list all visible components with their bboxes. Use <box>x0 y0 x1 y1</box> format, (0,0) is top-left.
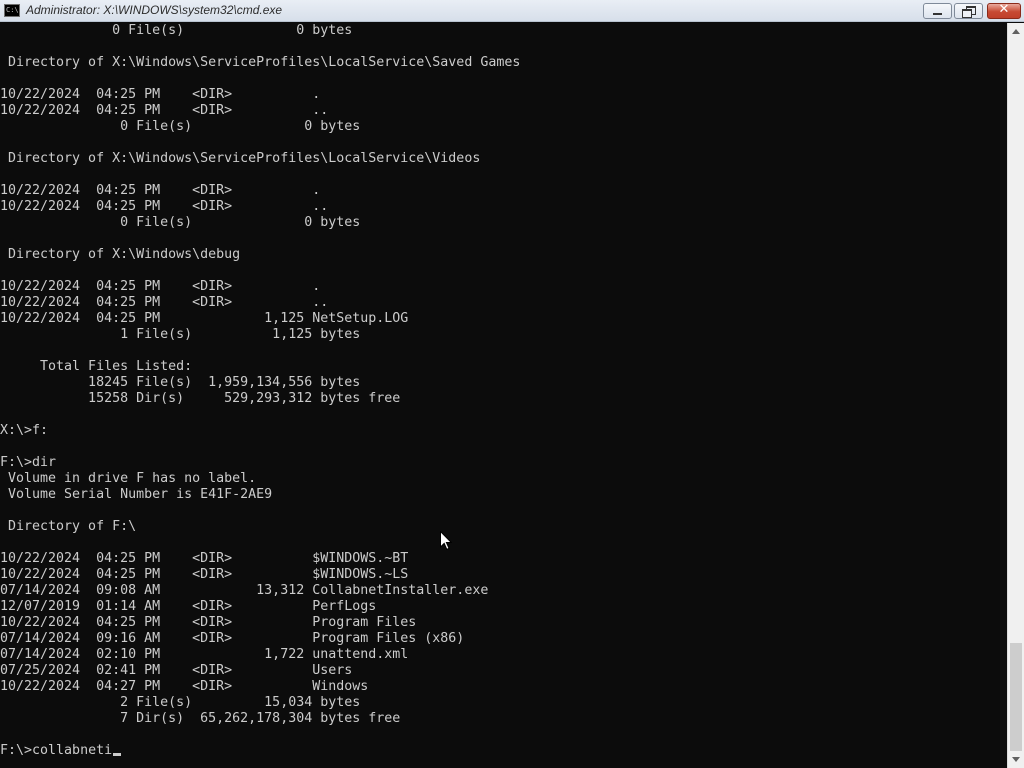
console-line: Directory of X:\Windows\ServiceProfiles\… <box>0 55 521 70</box>
console-line: 07/14/2024 09:08 AM 13,312 CollabnetInst… <box>0 583 489 598</box>
console-line: 07/25/2024 02:41 PM <DIR> Users <box>0 663 353 678</box>
console-line: 10/22/2024 04:25 PM <DIR> . <box>0 87 321 102</box>
window-title: Administrator: X:\WINDOWS\system32\cmd.e… <box>26 3 283 17</box>
console-line: 10/22/2024 04:25 PM <DIR> . <box>0 183 321 198</box>
console-line: Volume Serial Number is E41F-2AE9 <box>0 487 273 502</box>
console-line: 1 File(s) 1,125 bytes <box>0 327 361 342</box>
console-line: 10/22/2024 04:27 PM <DIR> Windows <box>0 679 369 694</box>
console-line: 10/22/2024 04:25 PM <DIR> .. <box>0 295 329 310</box>
scrollbar-thumb[interactable] <box>1010 643 1022 751</box>
scroll-down-arrow-icon[interactable] <box>1008 751 1024 768</box>
console-line: 07/14/2024 09:16 AM <DIR> Program Files … <box>0 631 465 646</box>
mouse-pointer-icon <box>440 531 452 550</box>
cmd-icon[interactable]: C:\ <box>4 4 20 17</box>
close-button[interactable]: ✕ <box>987 2 1021 19</box>
console-line: 10/22/2024 04:25 PM <DIR> Program Files <box>0 615 417 630</box>
console-line: 10/22/2024 04:25 PM <DIR> $WINDOWS.~BT <box>0 551 409 566</box>
console-line: 07/14/2024 02:10 PM 1,722 unattend.xml <box>0 647 409 662</box>
console-line: F:\>dir <box>0 455 57 470</box>
command-prompt: F:\> <box>0 743 33 758</box>
console-line: 0 File(s) 0 bytes <box>0 119 361 134</box>
command-line[interactable]: F:\>collabneti <box>0 743 1007 759</box>
console-output[interactable]: 0 File(s) 0 bytes Directory of X:\Window… <box>0 23 1007 768</box>
console-line: 10/22/2024 04:25 PM <DIR> $WINDOWS.~LS <box>0 567 409 582</box>
command-input[interactable]: collabneti <box>32 743 112 758</box>
console-text: 0 File(s) 0 bytes Directory of X:\Window… <box>0 23 1007 759</box>
console-line: Total Files Listed: <box>0 359 193 374</box>
console-line: 10/22/2024 04:25 PM <DIR> .. <box>0 103 329 118</box>
console-line: 2 File(s) 15,034 bytes <box>0 695 361 710</box>
minimize-button[interactable] <box>923 3 952 19</box>
cmd-icon-prompt: C:\ <box>6 6 19 14</box>
console-line: 0 File(s) 0 bytes <box>0 23 353 38</box>
console-line: 12/07/2019 01:14 AM <DIR> PerfLogs <box>0 599 377 614</box>
console-line: 10/22/2024 04:25 PM <DIR> . <box>0 279 321 294</box>
console-line: 18245 File(s) 1,959,134,556 bytes <box>0 375 361 390</box>
console-line: Directory of X:\Windows\ServiceProfiles\… <box>0 151 481 166</box>
console-line: 10/22/2024 04:25 PM <DIR> .. <box>0 199 329 214</box>
close-icon: ✕ <box>998 2 1010 17</box>
minimize-icon <box>933 13 942 15</box>
text-cursor <box>113 753 122 756</box>
console-line: 10/22/2024 04:25 PM 1,125 NetSetup.LOG <box>0 311 409 326</box>
scroll-up-arrow-icon[interactable] <box>1008 23 1024 40</box>
restore-button[interactable] <box>954 3 983 19</box>
console-line: 0 File(s) 0 bytes <box>0 215 361 230</box>
console-line: Directory of X:\Windows\debug <box>0 247 241 262</box>
title-bar[interactable]: C:\ Administrator: X:\WINDOWS\system32\c… <box>0 0 1024 22</box>
console-line: 7 Dir(s) 65,262,178,304 bytes free <box>0 711 401 726</box>
vertical-scrollbar[interactable] <box>1007 23 1024 768</box>
console-line: 15258 Dir(s) 529,293,312 bytes free <box>0 391 401 406</box>
cmd-window: C:\ Administrator: X:\WINDOWS\system32\c… <box>0 0 1024 768</box>
console-line: Directory of F:\ <box>0 519 137 534</box>
console-line: Volume in drive F has no label. <box>0 471 257 486</box>
console-line: X:\>f: <box>0 423 49 438</box>
